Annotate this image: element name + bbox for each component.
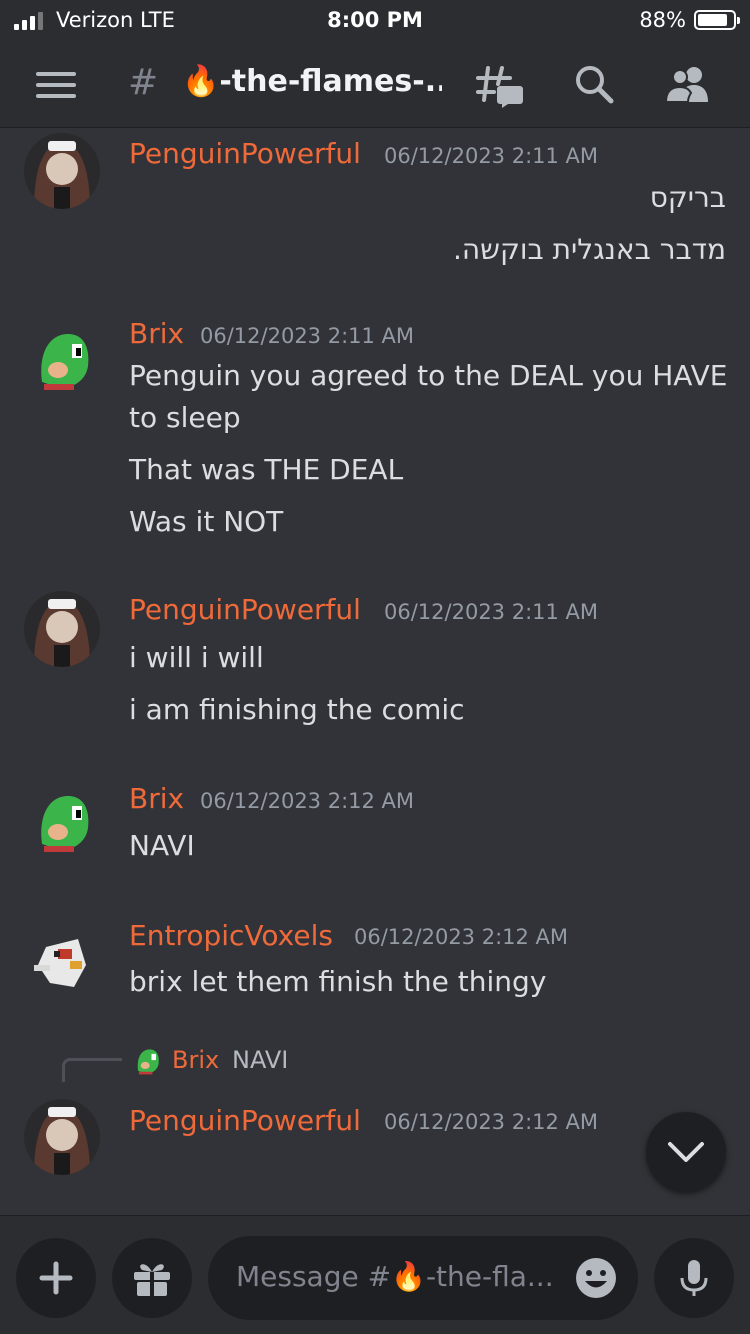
message-author[interactable]: Brix xyxy=(129,317,184,350)
avatar-penguinpowerful[interactable] xyxy=(24,1099,100,1175)
message-text: בריקס xyxy=(649,181,726,214)
message-author[interactable]: EntropicVoxels xyxy=(129,919,333,952)
avatar-entropicvoxels[interactable] xyxy=(24,921,100,997)
message-author[interactable]: PenguinPowerful xyxy=(129,593,361,626)
message-text: מדבר באנגלית בוקשה. xyxy=(452,233,726,266)
clock: 8:00 PM xyxy=(327,8,423,32)
reply-connector xyxy=(62,1058,122,1082)
avatar-brix[interactable] xyxy=(24,784,100,860)
gift-button[interactable] xyxy=(112,1238,192,1318)
battery-percentage: 88% xyxy=(639,8,686,32)
channel-title[interactable]: 🔥-the-flames-... xyxy=(182,64,442,99)
status-bar: Verizon LTE 8:00 PM 88% xyxy=(0,0,750,40)
message-composer: Message #🔥-the-fla... xyxy=(0,1215,750,1334)
message-text: brix let them finish the thingy xyxy=(129,965,547,998)
message-timestamp: 06/12/2023 2:11 AM xyxy=(384,144,599,168)
message-author[interactable]: PenguinPowerful xyxy=(129,137,361,170)
search-icon[interactable] xyxy=(574,64,614,104)
avatar-brix[interactable] xyxy=(24,322,100,398)
message-timestamp: 06/12/2023 2:12 AM xyxy=(384,1110,599,1134)
microphone-icon xyxy=(680,1260,708,1296)
jump-to-present-button[interactable] xyxy=(646,1112,726,1192)
message-text: Was it NOT xyxy=(129,505,284,538)
reply-author[interactable]: Brix xyxy=(172,1046,219,1074)
attach-button[interactable] xyxy=(16,1238,96,1318)
members-icon[interactable] xyxy=(664,64,712,104)
discord-app: Verizon LTE 8:00 PM 88% # 🔥-the-flames-.… xyxy=(0,0,750,1334)
plus-icon xyxy=(39,1261,73,1295)
message-timestamp: 06/12/2023 2:11 AM xyxy=(200,324,415,348)
message-input-placeholder: Message #🔥-the-fla... xyxy=(236,1260,554,1293)
emoji-icon[interactable] xyxy=(574,1256,618,1300)
gift-icon xyxy=(134,1264,170,1296)
channel-hash-icon: # xyxy=(128,62,159,103)
message-text: i am finishing the comic xyxy=(129,693,465,726)
message-text: i will i will xyxy=(129,641,264,674)
reply-preview[interactable]: NAVI xyxy=(232,1046,288,1074)
chevron-down-icon xyxy=(668,1142,704,1162)
message-timestamp: 06/12/2023 2:12 AM xyxy=(354,925,569,949)
threads-icon[interactable] xyxy=(474,64,524,108)
message-input[interactable]: Message #🔥-the-fla... xyxy=(208,1236,638,1320)
reply-avatar-brix[interactable] xyxy=(130,1044,164,1078)
message-author[interactable]: PenguinPowerful xyxy=(129,1104,361,1137)
message-text: Penguin you agreed to the DEAL you HAVE xyxy=(129,359,728,392)
battery-icon xyxy=(694,10,740,30)
message-text: That was THE DEAL xyxy=(129,453,404,486)
message-text: NAVI xyxy=(129,829,195,862)
message-author[interactable]: Brix xyxy=(129,782,184,815)
message-text: to sleep xyxy=(129,401,241,434)
message-timestamp: 06/12/2023 2:12 AM xyxy=(200,789,415,813)
voice-message-button[interactable] xyxy=(654,1238,734,1318)
menu-icon[interactable] xyxy=(36,72,76,98)
avatar-penguinpowerful[interactable] xyxy=(24,591,100,667)
avatar-penguinpowerful[interactable] xyxy=(24,133,100,209)
channel-header: # 🔥-the-flames-... xyxy=(0,40,750,128)
message-timestamp: 06/12/2023 2:11 AM xyxy=(384,600,599,624)
message-list[interactable]: PenguinPowerful 06/12/2023 2:11 AM בריקס… xyxy=(0,129,750,1215)
